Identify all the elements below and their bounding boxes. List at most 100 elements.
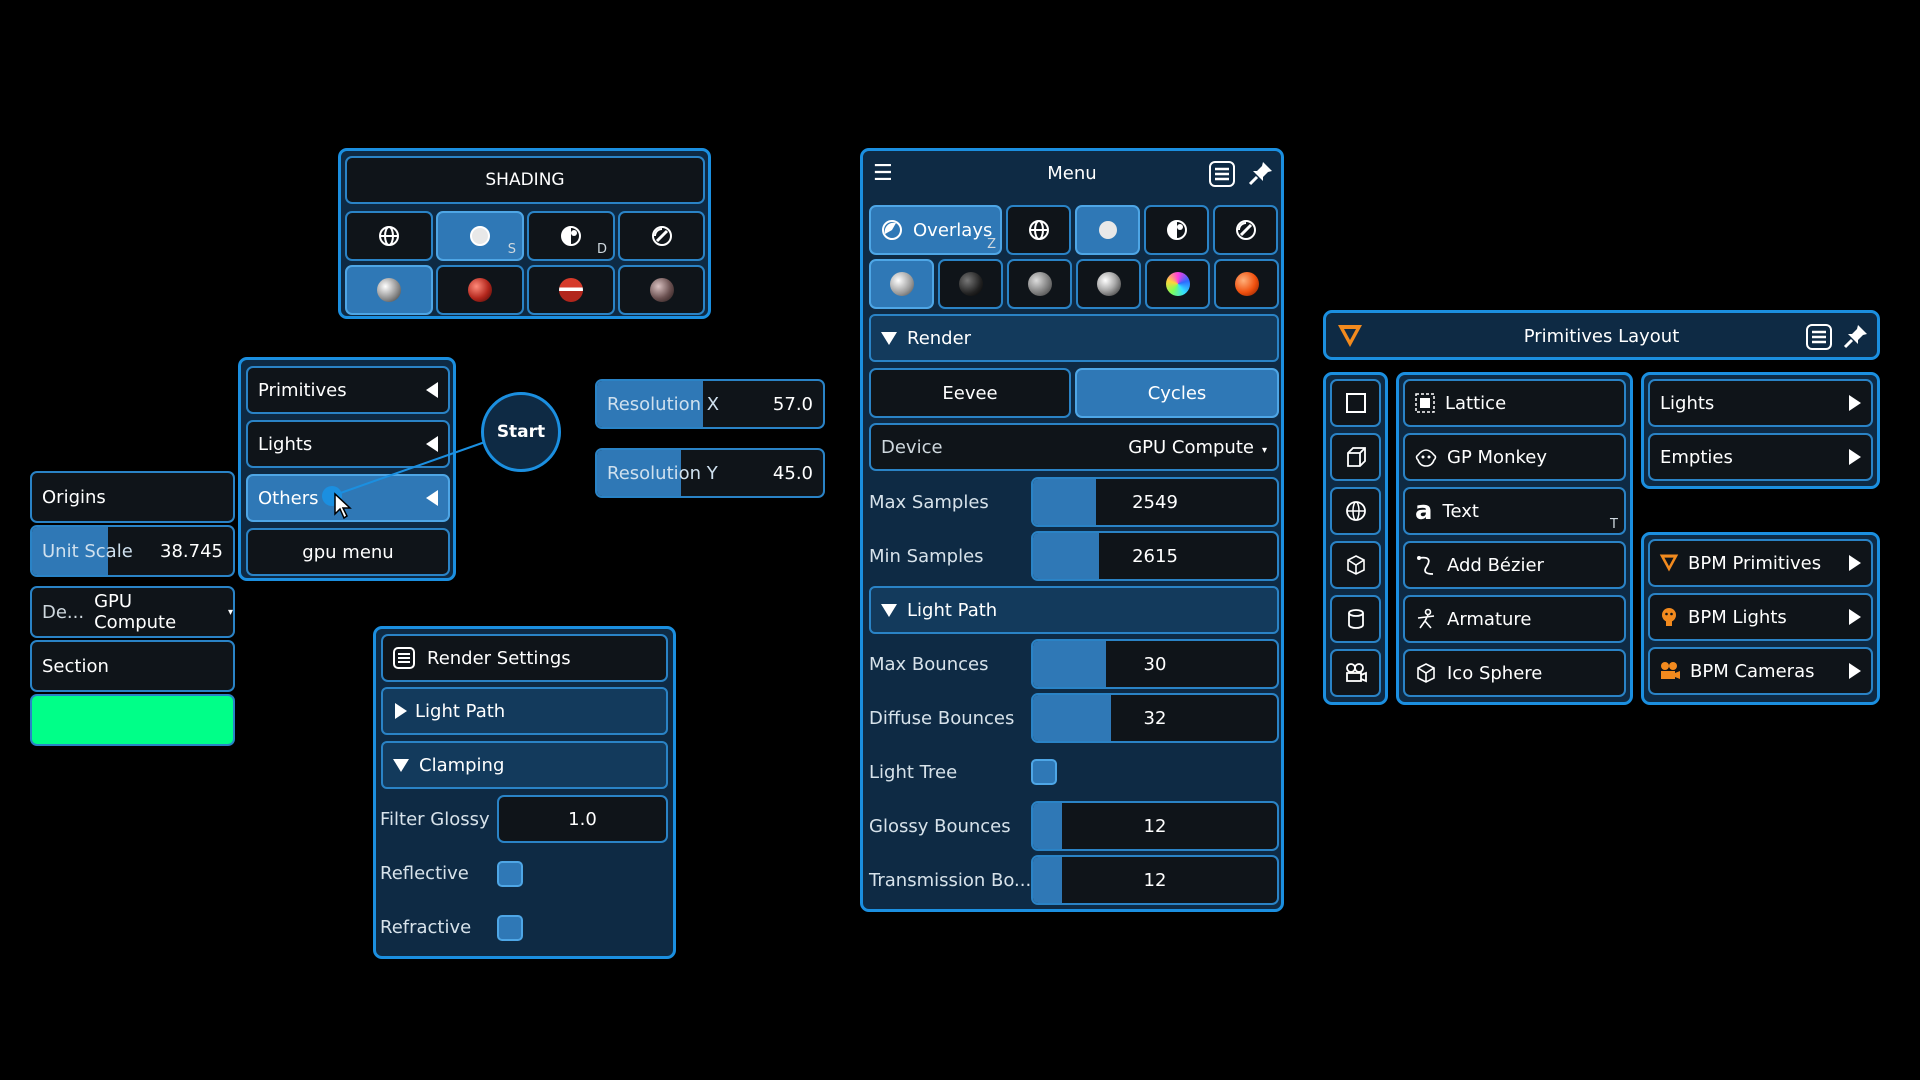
bpm-lights-button[interactable]: BPM Lights <box>1648 593 1873 641</box>
matcap-rainbow-button[interactable] <box>1145 259 1210 309</box>
resolution-x-slider[interactable]: Resolution X 57.0 <box>595 379 825 429</box>
lattice-button[interactable]: Lattice <box>1403 379 1626 427</box>
origins-button[interactable]: Origins <box>30 471 235 523</box>
uv-sphere-button[interactable] <box>1330 487 1381 535</box>
overlays-label: Overlays <box>913 219 993 241</box>
reflective-checkbox[interactable] <box>497 861 523 887</box>
resolution-y-value: 45.0 <box>772 462 813 484</box>
clamping-section[interactable]: Clamping <box>381 741 668 789</box>
plane-button[interactable] <box>1330 379 1381 427</box>
matcap-black-button[interactable] <box>938 259 1003 309</box>
matcap-dark-button[interactable] <box>618 265 705 315</box>
max-bounces-fill <box>1033 641 1107 687</box>
ico-sphere-button[interactable] <box>1330 541 1381 589</box>
min-samples-slider[interactable]: 2615 <box>1031 531 1279 581</box>
menu-panel: ☰ Menu Overlays Z Render Eevee Cycles De… <box>860 148 1284 912</box>
render-settings-title: Render Settings <box>427 647 571 669</box>
others-label: Others <box>258 487 319 509</box>
matcap-gray-button[interactable] <box>1007 259 1072 309</box>
render-settings-header: Render Settings <box>381 634 668 682</box>
bpm-lights-label: BPM Lights <box>1688 606 1787 628</box>
bpm-primitives-button[interactable]: BPM Primitives <box>1648 539 1873 587</box>
clamping-label: Clamping <box>419 754 505 776</box>
solid-mode-button[interactable] <box>1075 205 1140 255</box>
matcap-light-button[interactable] <box>869 259 934 309</box>
max-samples-slider[interactable]: 2549 <box>1031 477 1279 527</box>
resolution-y-slider[interactable]: Resolution Y 45.0 <box>595 448 825 498</box>
bpm-column: BPM Primitives BPM Lights BPM Cameras <box>1641 532 1880 705</box>
triangle-down-icon <box>881 603 897 617</box>
light-tree-checkbox[interactable] <box>1031 759 1057 785</box>
device-dropdown[interactable]: De... GPU Compute ▾ <box>30 586 235 638</box>
add-bezier-button[interactable]: Add Bézier <box>1403 541 1626 589</box>
render-label: Render <box>907 327 972 349</box>
diffuse-bounces-slider[interactable]: 32 <box>1031 693 1279 743</box>
gp-monkey-button[interactable]: GP Monkey <box>1403 433 1626 481</box>
shading-title: SHADING <box>345 156 705 204</box>
light-path-section[interactable]: Light Path <box>381 687 668 735</box>
max-bounces-slider[interactable]: 30 <box>1031 639 1279 689</box>
text-button[interactable]: a Text T <box>1403 487 1626 535</box>
diffuse-bounces-fill <box>1033 695 1112 741</box>
matcap-gray-sphere <box>377 278 401 302</box>
arrow-right-icon <box>1849 609 1861 625</box>
lightbulb-icon <box>1662 608 1676 626</box>
rendered-mode-button[interactable] <box>618 211 705 261</box>
wireframe-mode-button[interactable] <box>1006 205 1071 255</box>
glossy-bounces-value: 12 <box>1143 815 1167 837</box>
hotkey-z: Z <box>987 237 996 252</box>
device-label: Device <box>881 436 943 458</box>
bpm-cameras-button[interactable]: BPM Cameras <box>1648 647 1873 695</box>
hotkey-d: D <box>596 242 607 257</box>
overlays-button[interactable]: Overlays Z <box>869 205 1002 255</box>
ico-sphere-icon <box>1417 663 1435 683</box>
matcap-red-stripe-button[interactable] <box>527 265 615 315</box>
lights-submenu-button[interactable]: Lights <box>1648 379 1873 427</box>
empties-submenu-button[interactable]: Empties <box>1648 433 1873 481</box>
arrow-right-icon <box>1849 555 1861 571</box>
wireframe-mode-button[interactable] <box>345 211 433 261</box>
gpu-menu-button[interactable]: gpu menu <box>246 528 450 576</box>
render-section[interactable]: Render <box>869 314 1279 362</box>
armature-button[interactable]: Armature <box>1403 595 1626 643</box>
filter-glossy-label: Filter Glossy <box>380 808 490 830</box>
section-button[interactable]: Section <box>30 640 235 692</box>
color-swatch[interactable] <box>30 694 235 746</box>
matcap-shiny-button[interactable] <box>1076 259 1141 309</box>
eevee-button[interactable]: Eevee <box>869 368 1071 418</box>
matcap-orange-button[interactable] <box>1214 259 1279 309</box>
unit-scale-slider[interactable]: Unit Scale 38.745 <box>30 525 235 577</box>
filter-glossy-field[interactable]: 1.0 <box>497 795 668 843</box>
cylinder-button[interactable] <box>1330 595 1381 643</box>
pin-icon[interactable] <box>1842 322 1870 350</box>
render-settings-panel: Render Settings Light Path Clamping Filt… <box>373 626 676 959</box>
refractive-checkbox[interactable] <box>497 915 523 941</box>
list-icon[interactable] <box>1209 161 1235 187</box>
camera-button[interactable] <box>1330 649 1381 697</box>
matcap-red-button[interactable] <box>436 265 524 315</box>
wireframe-globe-icon <box>379 226 399 246</box>
pin-icon[interactable] <box>1247 159 1275 187</box>
rendered-mode-button[interactable] <box>1213 205 1278 255</box>
cycles-button[interactable]: Cycles <box>1075 368 1279 418</box>
material-mode-button[interactable] <box>1144 205 1209 255</box>
material-mode-button[interactable]: D <box>527 211 615 261</box>
start-button[interactable]: Start <box>481 392 561 472</box>
matcap-light-sphere <box>889 272 914 296</box>
device-dropdown[interactable]: Device GPU Compute ▾ <box>869 423 1279 471</box>
glossy-bounces-slider[interactable]: 12 <box>1031 801 1279 851</box>
lights-label: Lights <box>258 433 313 455</box>
plane-icon <box>1345 393 1366 413</box>
cube-button[interactable] <box>1330 433 1381 481</box>
transmission-bounces-slider[interactable]: 12 <box>1031 855 1279 905</box>
chevron-down-icon: ▾ <box>227 606 233 618</box>
matcap-gray-button[interactable] <box>345 265 433 315</box>
solid-mode-button[interactable]: S <box>436 211 524 261</box>
armature-label: Armature <box>1447 608 1532 630</box>
light-path-section[interactable]: Light Path <box>869 586 1279 634</box>
cylinder-icon <box>1347 609 1364 629</box>
solid-circle-icon <box>470 226 490 246</box>
ico-sphere-button[interactable]: Ico Sphere <box>1403 649 1626 697</box>
camera-icon <box>1661 662 1680 679</box>
list-icon[interactable] <box>1806 324 1832 350</box>
